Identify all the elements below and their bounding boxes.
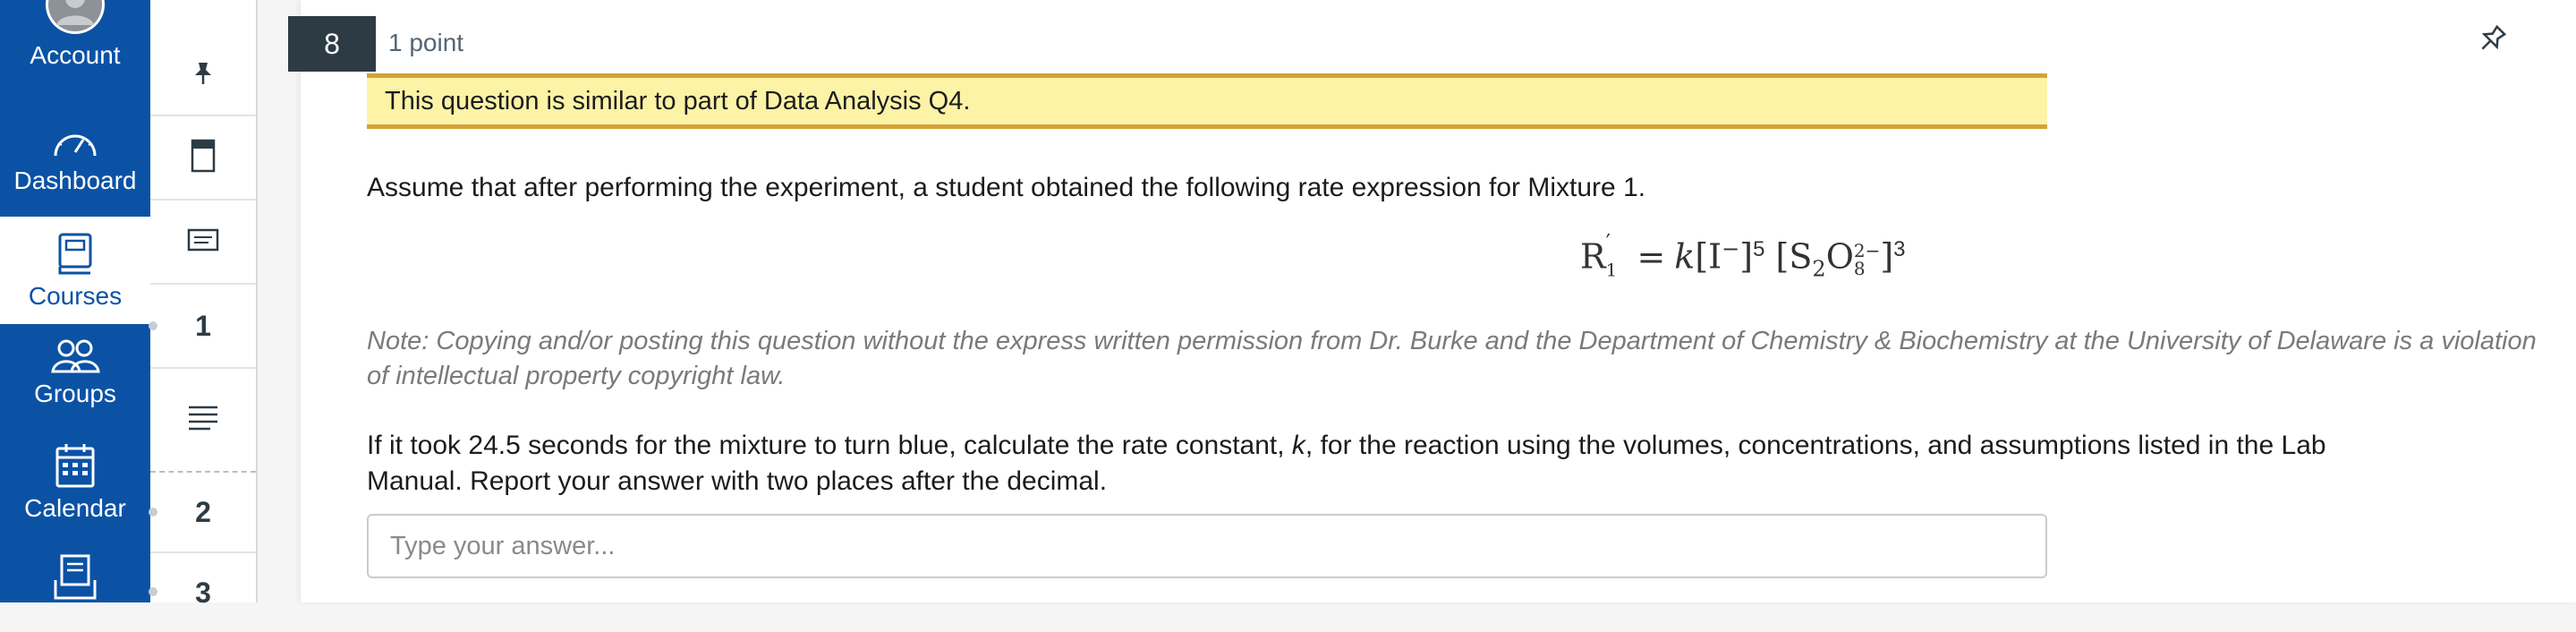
nav-groups[interactable]: Groups (0, 338, 150, 428)
eq-iodide: I (1708, 236, 1722, 277)
nav-courses[interactable]: Courses (0, 217, 150, 324)
nav-dashboard[interactable]: Dashboard (0, 125, 150, 215)
prompt-k: k (1291, 431, 1305, 460)
eq-o: O (1825, 236, 1854, 277)
eq-lhs: R (1580, 236, 1606, 277)
eq-persulfate-charge: 2− (1853, 240, 1881, 262)
eq-s: S (1789, 236, 1813, 277)
question-nav-number: 2 (195, 495, 211, 528)
eq-iodide-charge: − (1722, 236, 1740, 261)
eq-k: k (1674, 236, 1696, 277)
question-number-badge: 8 (288, 16, 376, 72)
eq-persulfate-order: 3 (1893, 237, 1906, 261)
question-nav-number: 1 (195, 309, 211, 342)
nav-groups-label: Groups (34, 380, 116, 407)
question-nav-number: 3 (195, 576, 211, 609)
dashboard-gauge-icon (51, 125, 99, 161)
similar-question-notice: This question is similar to part of Data… (367, 73, 2047, 129)
nav-calendar-label: Calendar (24, 494, 126, 522)
prompt-line2: Manual. Report your answer with two plac… (367, 466, 1108, 496)
question-intro: Assume that after performing the experim… (367, 173, 1646, 202)
nav-courses-label: Courses (28, 282, 123, 310)
eq-iodide-order: 5 (1753, 237, 1765, 261)
question-nav-item-1[interactable]: 1 (149, 285, 256, 369)
question-status-dot (149, 508, 157, 517)
calculator-button[interactable] (150, 116, 256, 201)
copyright-note: Note: Copying and/or posting this questi… (367, 327, 2537, 390)
question-points: 1 point (388, 29, 464, 56)
notepad-button[interactable] (150, 201, 256, 285)
nav-account[interactable]: Account (0, 0, 150, 98)
answer-input[interactable] (367, 514, 2047, 578)
courses-book-icon (55, 232, 95, 277)
quiz-nav: 1 2 3 (149, 0, 258, 609)
prompt-part2: , for the reaction using the volumes, co… (1305, 431, 2326, 460)
eq-prime: ′ (1605, 229, 1611, 255)
eq-s-sub: 2 (1812, 256, 1826, 282)
question-nav-item-2[interactable]: 2 (149, 473, 256, 553)
nav-account-label: Account (30, 41, 121, 69)
inbox-icon (53, 553, 98, 600)
nav-calendar[interactable]: Calendar (0, 442, 150, 541)
nav-dashboard-label: Dashboard (13, 167, 137, 194)
pin-question-button[interactable] (2476, 23, 2508, 60)
question-card: 8 1 point This question is similar to pa… (288, 0, 2576, 602)
question-nav-item-3[interactable]: 3 (149, 553, 256, 632)
prompt-part1: If it took 24.5 seconds for the mixture … (367, 431, 1292, 460)
text-block-toggle[interactable] (150, 369, 256, 473)
eq-o-sub: 8 (1853, 258, 1866, 280)
notepad-icon (187, 228, 219, 256)
calendar-icon (55, 442, 96, 489)
pin-toggle[interactable] (150, 36, 256, 116)
eq-lhs-sub: 1 (1605, 259, 1618, 281)
calculator-icon (191, 139, 216, 177)
pushpin-icon (2476, 24, 2508, 59)
pin-icon (191, 61, 215, 90)
global-nav: Account Dashboard Courses Groups Calenda… (0, 0, 150, 602)
rate-equation: R ′ 1 = k[I−]5 [S2O 2− 8]3 (1580, 229, 1906, 282)
question-status-dot (149, 587, 157, 596)
text-lines-icon (187, 405, 219, 436)
question-prompt: If it took 24.5 seconds for the mixture … (367, 428, 2568, 500)
eq-equals: = (1637, 236, 1666, 277)
user-avatar-icon (44, 0, 106, 36)
question-status-dot (149, 321, 157, 330)
groups-people-icon (50, 338, 100, 374)
nav-inbox[interactable] (0, 553, 150, 607)
